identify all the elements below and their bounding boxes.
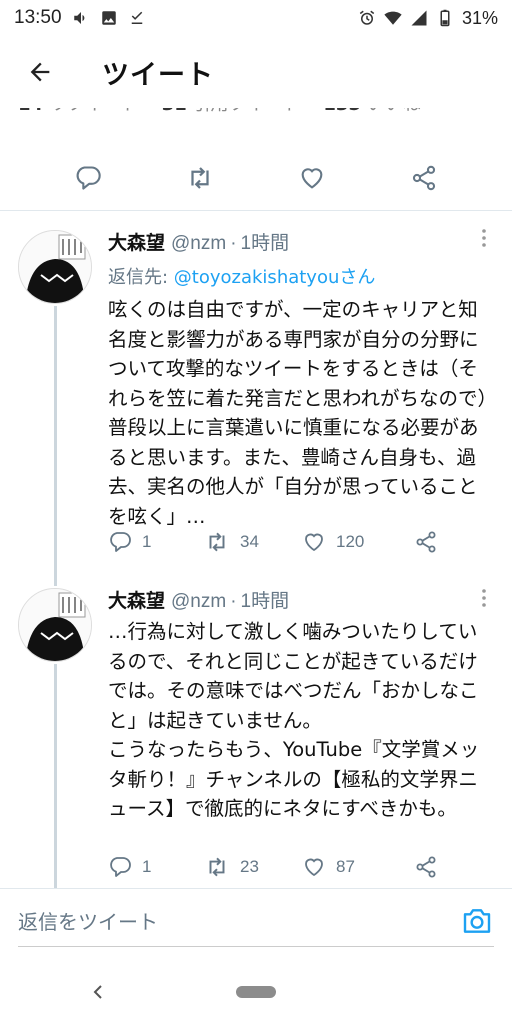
tweet-actions: 1 23 87	[108, 854, 468, 880]
volume-icon	[73, 12, 84, 24]
like-count: 120	[336, 532, 365, 551]
tweet-text: 呟くのは自由ですが、一定のキャリアと知名度と影響力がある専門家が自分の分野につい…	[108, 298, 488, 528]
app-bar: ツイート	[0, 36, 512, 108]
status-bar: 13:50 31%	[0, 0, 512, 36]
share-icon	[416, 531, 436, 553]
camera-button[interactable]	[460, 904, 494, 938]
user-name[interactable]: 大森望	[108, 586, 165, 613]
avatar[interactable]	[18, 588, 92, 662]
like-button[interactable]: 87	[302, 855, 414, 879]
page-title: ツイート	[102, 59, 214, 91]
reply-count: 1	[142, 532, 152, 551]
reply-button[interactable]	[73, 163, 103, 193]
status-time: 13:50	[14, 7, 62, 28]
retweet-button[interactable]: 34	[204, 529, 302, 555]
nav-back-button[interactable]	[84, 978, 112, 1006]
retweet-icon	[209, 857, 225, 877]
retweet-icon	[191, 167, 209, 189]
reply-to: 返信先: @toyozakishatyouさん	[108, 263, 496, 289]
tweet-header: 大森望 @nzm · 1時間	[108, 228, 496, 255]
share-button[interactable]	[409, 163, 439, 193]
like-count: 87	[336, 857, 355, 876]
reply-composer: 返信をツイート	[0, 888, 512, 952]
alarm-icon	[359, 10, 375, 25]
reply-count: 1	[142, 857, 152, 876]
user-handle[interactable]: @nzm	[171, 591, 226, 613]
reply-to-mention[interactable]: @toyozakishatyouさん	[174, 267, 376, 288]
retweet-icon	[209, 532, 225, 552]
reply-to-prefix: 返信先:	[108, 267, 174, 288]
tweet-body: 大森望 @nzm · 1時間 返信先: @toyozakishatyouさん 呟…	[108, 228, 496, 531]
nav-home-pill[interactable]	[236, 986, 276, 998]
reply-icon	[110, 857, 131, 877]
retweet-count: 23	[240, 857, 259, 876]
system-nav-bar	[0, 960, 512, 1024]
image-icon	[101, 11, 116, 25]
camera-icon	[463, 908, 491, 933]
reply-icon	[76, 166, 101, 190]
reply-tweet[interactable]: 大森望 @nzm · 1時間 …行為に対して激しく噛みついたりしているので、それ…	[0, 580, 512, 888]
retweet-count: 34	[240, 532, 259, 551]
chevron-left-icon	[93, 985, 102, 999]
arrow-left-icon	[30, 62, 50, 82]
avatar-illustration	[19, 231, 91, 303]
reply-icon	[110, 532, 131, 552]
more-vertical-icon[interactable]	[474, 228, 494, 248]
retweet-button[interactable]	[185, 163, 215, 193]
share-button[interactable]	[414, 855, 438, 879]
user-handle[interactable]: @nzm	[171, 233, 226, 255]
battery-icon	[440, 9, 450, 27]
tweet-time: 1時間	[240, 591, 290, 612]
battery-percent: 31%	[461, 7, 498, 28]
back-button[interactable]	[0, 36, 80, 108]
tweet-actions: 1 34 120	[108, 529, 468, 555]
reply-button[interactable]: 1	[108, 530, 204, 554]
thread-line	[54, 580, 57, 586]
user-name[interactable]: 大森望	[108, 228, 165, 255]
thread-line	[54, 664, 57, 888]
tweet-header: 大森望 @nzm · 1時間	[108, 586, 496, 613]
heart-icon	[305, 533, 323, 552]
tweet-time: 1時間	[240, 233, 290, 254]
like-button[interactable]: 120	[302, 530, 414, 554]
share-icon	[416, 856, 436, 878]
heart-icon	[305, 858, 323, 877]
separator: ·	[230, 591, 237, 612]
avatar[interactable]	[18, 230, 92, 304]
wifi-icon	[384, 11, 402, 25]
share-button[interactable]	[414, 530, 438, 554]
thread-line	[54, 306, 57, 580]
input-underline	[18, 946, 494, 947]
main-tweet-actions	[0, 152, 512, 204]
tweet-text: …行為に対して激しく噛みついたりしているので、それと同じことが起きているだけでは…	[108, 620, 480, 820]
like-button[interactable]	[297, 163, 327, 193]
separator: ·	[230, 233, 237, 254]
avatar-illustration	[19, 589, 91, 661]
reply-tweet[interactable]: 大森望 @nzm · 1時間 返信先: @toyozakishatyouさん 呟…	[0, 210, 512, 580]
reply-button[interactable]: 1	[108, 855, 204, 879]
heart-icon	[301, 168, 323, 189]
tweet-body: 大森望 @nzm · 1時間 …行為に対して激しく噛みついたりしているので、それ…	[108, 586, 496, 824]
retweet-button[interactable]: 23	[204, 854, 302, 880]
share-icon	[412, 165, 436, 191]
signal-icon	[411, 10, 427, 26]
download-done-icon	[131, 11, 142, 24]
more-vertical-icon[interactable]	[474, 588, 494, 608]
reply-input[interactable]: 返信をツイート	[18, 906, 460, 935]
